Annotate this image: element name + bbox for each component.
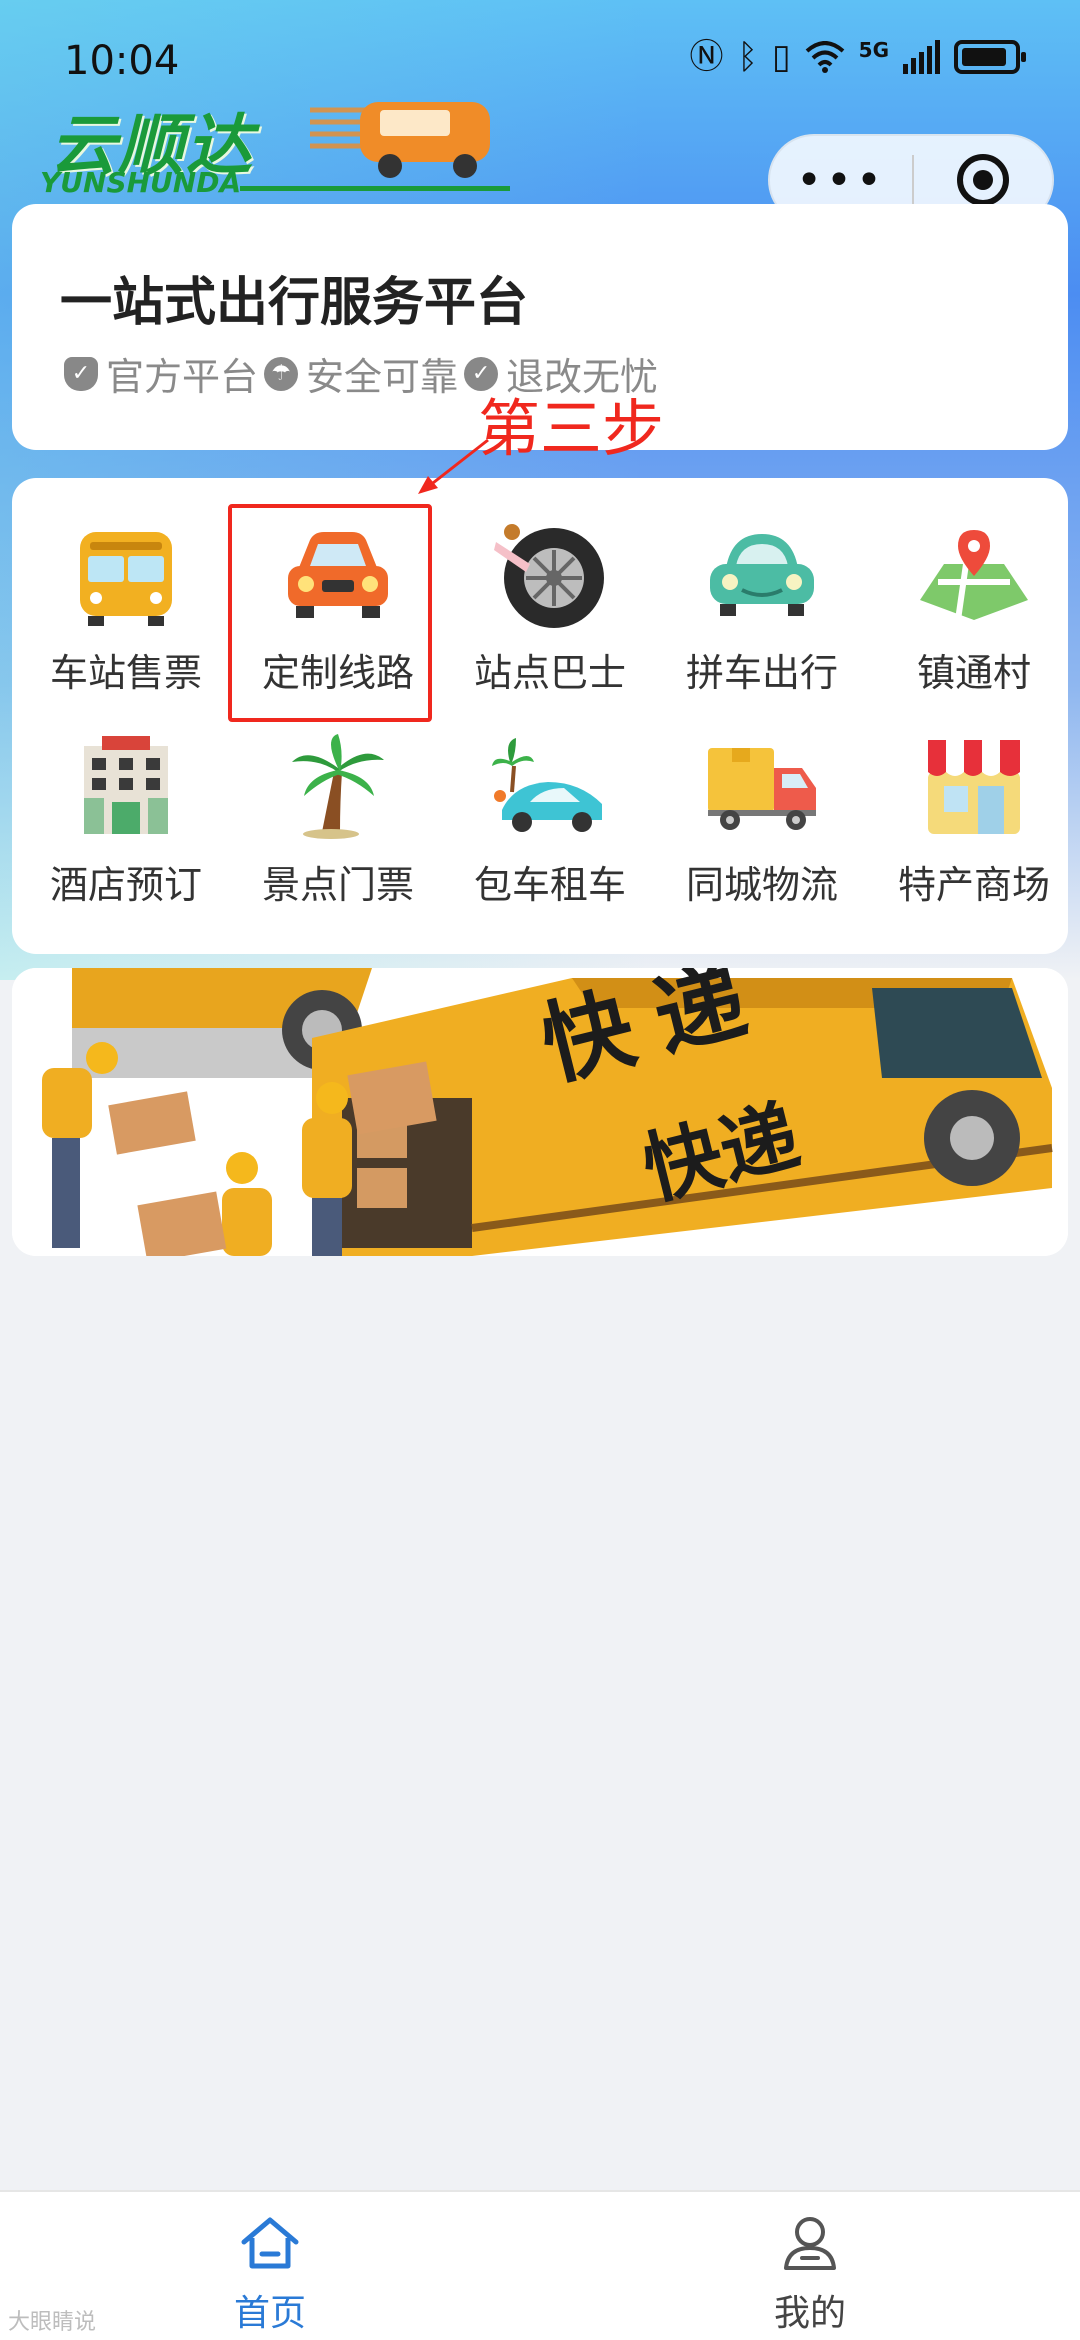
network-type: 5G <box>858 38 889 62</box>
bottom-tab-bar: 首页 我的 <box>0 2190 1080 2340</box>
capsule-close-button[interactable] <box>914 154 1052 206</box>
service-label: 镇通村 <box>916 651 1031 695</box>
brand-logo: 云顺达 YUNSHUNDA <box>40 92 510 202</box>
logo-bus-icon <box>310 102 490 178</box>
palm-tree-icon <box>292 734 384 839</box>
logo-text-en: YUNSHUNDA <box>40 166 242 199</box>
home-icon <box>241 2217 299 2269</box>
shield-icon: ✓ <box>64 356 98 391</box>
service-label: 酒店预订 <box>49 863 202 907</box>
service-label: 包车租车 <box>473 863 626 907</box>
tab-me[interactable]: 我的 <box>540 2192 1080 2340</box>
signal-icon <box>903 40 940 74</box>
annotation-arrow-icon <box>418 438 489 494</box>
green-car-icon <box>710 534 814 616</box>
bluetooth-icon: ᛒ <box>737 37 758 77</box>
bus-icon <box>80 532 172 626</box>
platform-title: 一站式出行服务平台 <box>60 273 529 333</box>
tire-icon <box>494 524 604 628</box>
tag-label: 安全可靠 <box>306 355 459 399</box>
status-time: 10:04 <box>64 38 180 84</box>
logistics-banner[interactable]: 快 递 快递 <box>12 968 1068 1256</box>
service-item-town-village[interactable]: 镇通村 <box>868 520 1080 720</box>
service-label: 同城物流 <box>685 863 838 907</box>
tag-label: 官方平台 <box>106 355 259 399</box>
service-label: 特产商场 <box>897 863 1050 907</box>
logo-underline <box>240 186 510 191</box>
rental-car-icon <box>492 738 602 832</box>
target-circle-icon <box>957 154 1009 206</box>
services-grid: 车站售票 定制线路 站点巴士 拼车出行 镇通村 酒店预订 景点门票 包车租车 同… <box>12 478 1068 954</box>
tab-label: 我的 <box>773 2293 846 2334</box>
service-item-station-bus[interactable]: 站点巴士 <box>444 520 656 720</box>
map-pin-icon <box>920 530 1028 621</box>
service-label: 站点巴士 <box>473 651 626 695</box>
shop-icon <box>928 740 1020 834</box>
service-label: 车站售票 <box>49 651 202 695</box>
service-item-city-logistics[interactable]: 同城物流 <box>656 732 868 932</box>
service-item-station-ticket[interactable]: 车站售票 <box>20 520 232 720</box>
status-icons: Ⓝ ᛒ ▯ 5G <box>689 37 1026 77</box>
watermark: 大眼睛说 <box>8 2310 97 2335</box>
service-label: 景点门票 <box>261 863 414 907</box>
nfc-icon: Ⓝ <box>689 37 724 77</box>
vibrate-icon: ▯ <box>771 37 791 77</box>
umbrella-icon: ☂ <box>264 356 299 391</box>
wifi-icon <box>805 41 844 73</box>
service-item-hotel[interactable]: 酒店预订 <box>20 732 232 932</box>
delivery-truck-icon <box>708 748 816 830</box>
annotation-step-label: 第三步 <box>478 392 665 465</box>
service-item-attraction-ticket[interactable]: 景点门票 <box>232 732 444 932</box>
banner-illustration: 快 递 快递 <box>12 968 1068 1256</box>
service-label: 拼车出行 <box>685 651 838 695</box>
service-item-specialty-mall[interactable]: 特产商场 <box>868 732 1080 932</box>
user-icon <box>784 2217 836 2270</box>
battery-icon <box>954 40 1026 74</box>
hotel-icon <box>84 736 168 834</box>
service-item-car-rental[interactable]: 包车租车 <box>444 732 656 932</box>
service-item-carpool[interactable]: 拼车出行 <box>656 520 868 720</box>
annotation-highlight-box <box>228 504 432 722</box>
